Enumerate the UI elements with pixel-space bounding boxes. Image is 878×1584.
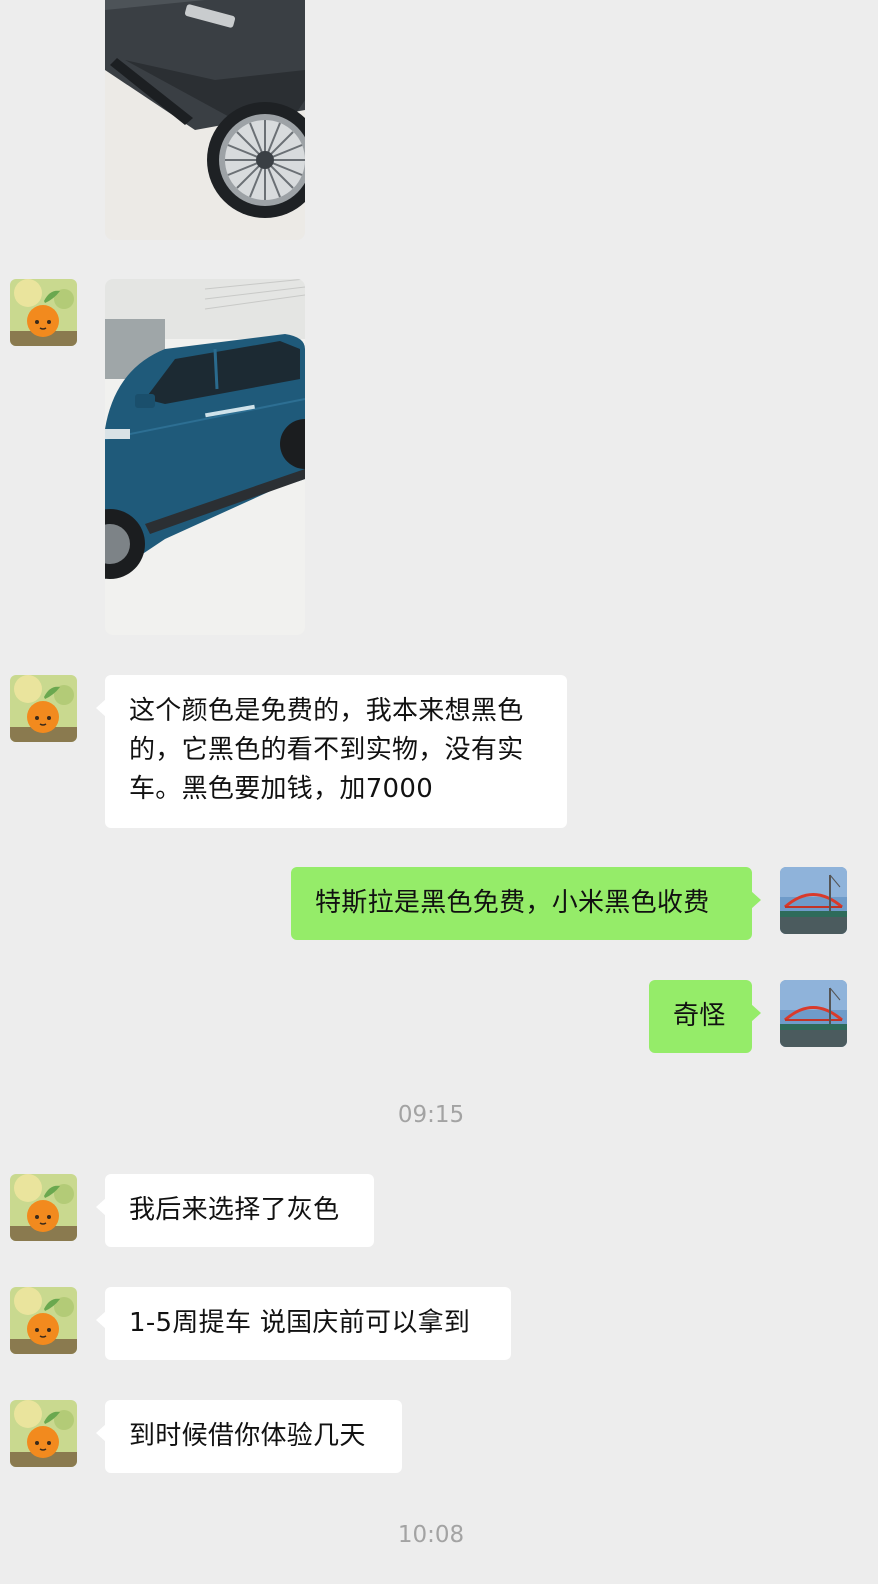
message-text: 特斯拉是黑色免费，小米黑色收费 xyxy=(315,888,710,918)
dark-car-image xyxy=(105,0,305,240)
orange-character-icon xyxy=(10,1287,77,1354)
my-avatar[interactable] xyxy=(780,867,847,934)
car-photo-message[interactable] xyxy=(105,0,305,240)
message-timestamp: 10:08 xyxy=(397,1522,465,1548)
chat-message-list[interactable]: 这个颜色是免费的，我本来想黑色 的，它黑色的看不到实物，没有实 车。黑色要加钱，… xyxy=(0,0,878,1584)
message-text: 我后来选择了灰色 xyxy=(129,1195,340,1225)
contact-avatar[interactable] xyxy=(10,279,77,346)
contact-avatar[interactable] xyxy=(10,1287,77,1354)
outgoing-message-bubble[interactable]: 特斯拉是黑色免费，小米黑色收费 xyxy=(291,867,761,940)
my-avatar[interactable] xyxy=(780,980,847,1047)
incoming-message-bubble[interactable]: 到时候借你体验几天 xyxy=(96,1400,402,1473)
red-bridge-icon xyxy=(780,980,847,1047)
incoming-message-bubble[interactable]: 1-5周提车 说国庆前可以拿到 xyxy=(96,1287,511,1360)
orange-character-icon xyxy=(10,675,77,742)
message-line: 车。黑色要加钱，加7000 xyxy=(129,774,434,804)
orange-character-icon xyxy=(10,1174,77,1241)
message-line: 这个颜色是免费的，我本来想黑色 xyxy=(129,696,524,726)
orange-character-icon xyxy=(10,279,77,346)
message-timestamp: 09:15 xyxy=(397,1102,465,1128)
contact-avatar[interactable] xyxy=(10,675,77,742)
message-text: 奇怪 xyxy=(673,1001,726,1031)
message-line: 的，它黑色的看不到实物，没有实 xyxy=(129,735,524,765)
message-text: 1-5周提车 说国庆前可以拿到 xyxy=(129,1308,471,1338)
incoming-message-bubble[interactable]: 我后来选择了灰色 xyxy=(96,1174,374,1247)
contact-avatar[interactable] xyxy=(10,1400,77,1467)
contact-avatar[interactable] xyxy=(10,1174,77,1241)
incoming-message-bubble[interactable]: 这个颜色是免费的，我本来想黑色 的，它黑色的看不到实物，没有实 车。黑色要加钱，… xyxy=(96,675,567,828)
car-photo-message[interactable] xyxy=(105,279,305,635)
orange-character-icon xyxy=(10,1400,77,1467)
red-bridge-icon xyxy=(780,867,847,934)
message-text: 到时候借你体验几天 xyxy=(129,1421,366,1451)
blue-suv-image xyxy=(105,279,305,635)
outgoing-message-bubble[interactable]: 奇怪 xyxy=(649,980,761,1053)
